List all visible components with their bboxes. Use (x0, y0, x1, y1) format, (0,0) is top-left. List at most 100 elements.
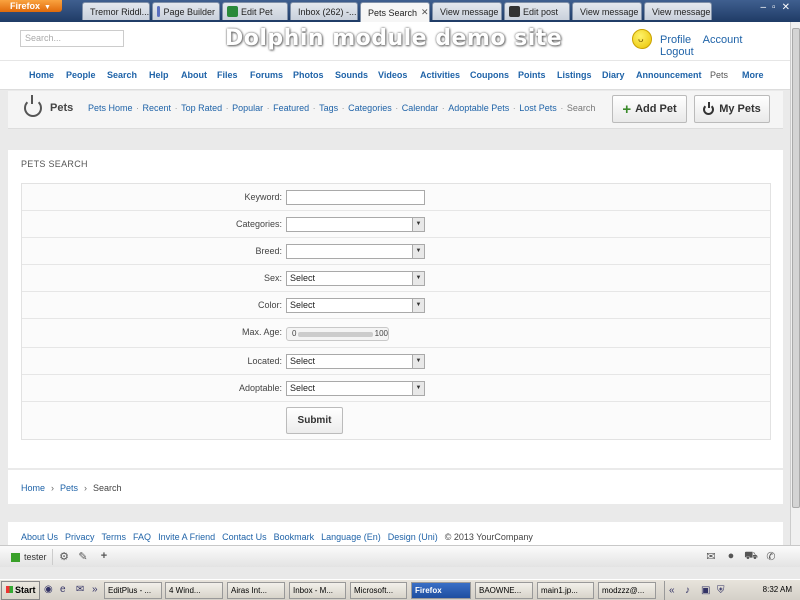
taskbar-task[interactable]: BAOWNE... (475, 582, 533, 599)
footer-link[interactable]: FAQ (133, 532, 151, 542)
close-icon[interactable]: ✕ (421, 7, 429, 18)
nav-item-search[interactable]: Search (107, 70, 137, 80)
nav-item-home[interactable]: Home (29, 70, 54, 80)
expand-icon[interactable]: « (669, 585, 675, 596)
browser-tab[interactable]: Pets Search ✕ (360, 2, 430, 22)
tab-label: View message (580, 6, 639, 17)
nav-item-files[interactable]: Files (217, 70, 238, 80)
taskbar-task[interactable]: main1.jp... (537, 582, 594, 599)
nav-item-photos[interactable]: Photos (293, 70, 324, 80)
start-button[interactable]: Start (1, 581, 40, 600)
submenu-link[interactable]: Featured (273, 103, 309, 113)
browser-tab[interactable]: View message (644, 2, 712, 20)
toolbar-username[interactable]: tester (24, 552, 47, 562)
submenu-link[interactable]: Top Rated (181, 103, 222, 113)
taskbar-task[interactable]: EditPlus - ... (104, 582, 162, 599)
ie-icon[interactable]: e (60, 584, 66, 595)
add-pet-button[interactable]: + Add Pet (612, 95, 687, 123)
submenu-link[interactable]: Lost Pets (519, 103, 557, 113)
sex-select[interactable]: Select (286, 271, 425, 286)
nav-item-pets[interactable]: Pets (710, 70, 728, 80)
network-icon[interactable]: ▣ (701, 585, 710, 596)
page-scrollbar[interactable] (790, 22, 800, 545)
breed-select[interactable] (286, 244, 425, 259)
shield-icon[interactable]: ⛨ (717, 585, 725, 596)
submenu-link[interactable]: Categories (348, 103, 392, 113)
taskbar-task[interactable]: modzzz@... (598, 582, 656, 599)
browser-tab[interactable]: View message (572, 2, 642, 20)
submenu-separator: · (310, 103, 319, 113)
browser-tab[interactable]: Tremor Riddl... (82, 2, 150, 20)
gear-icon[interactable]: ⚙ (57, 550, 71, 563)
footer-link[interactable]: Terms (102, 532, 127, 542)
mail-icon[interactable]: ✉ (704, 550, 718, 563)
user-icon[interactable]: ● (724, 550, 738, 562)
account-link[interactable]: Account (703, 34, 743, 46)
breadcrumb-home[interactable]: Home (21, 483, 45, 493)
logout-link[interactable]: Logout (660, 46, 694, 58)
submenu-link[interactable]: Pets Home (88, 103, 133, 113)
my-pets-button[interactable]: My Pets (694, 95, 770, 123)
located-select[interactable]: Select (286, 354, 425, 369)
categories-select[interactable] (286, 217, 425, 232)
browser-tab[interactable]: Edit Pet (222, 2, 288, 20)
site-title[interactable]: Dolphin module demo site (225, 26, 562, 51)
nav-item-listings[interactable]: Listings (557, 70, 592, 80)
clock: 8:32 AM (762, 585, 792, 594)
submenu-link[interactable]: Adoptable Pets (448, 103, 509, 113)
slider-track[interactable] (298, 332, 373, 337)
nav-item-points[interactable]: Points (518, 70, 546, 80)
nav-item-videos[interactable]: Videos (378, 70, 407, 80)
chrome-icon[interactable]: ◉ (44, 584, 53, 595)
edit-icon[interactable]: ✎ (76, 550, 90, 563)
max-age-slider[interactable]: 0 100 (286, 327, 389, 341)
nav-item-diary[interactable]: Diary (602, 70, 625, 80)
submenu-link[interactable]: Recent (143, 103, 172, 113)
browser-tab[interactable]: Page Builder (152, 2, 220, 20)
footer-link[interactable]: Language (En) (321, 532, 381, 542)
browser-tab[interactable]: View message (432, 2, 502, 20)
taskbar-task[interactable]: Inbox - M... (289, 582, 346, 599)
user-avatar-icon[interactable] (632, 29, 652, 49)
nav-item-sounds[interactable]: Sounds (335, 70, 368, 80)
mail-icon[interactable]: ✉ (76, 584, 84, 595)
taskbar-task[interactable]: 4 Wind... (165, 582, 223, 599)
nav-item-coupons[interactable]: Coupons (470, 70, 509, 80)
submenu-link[interactable]: Tags (319, 103, 338, 113)
nav-item-people[interactable]: People (66, 70, 96, 80)
adoptable-select[interactable]: Select (286, 381, 425, 396)
nav-item-activities[interactable]: Activities (420, 70, 460, 80)
footer-link[interactable]: Invite A Friend (158, 532, 215, 542)
breadcrumb-pets[interactable]: Pets (60, 483, 78, 493)
nav-item-more[interactable]: More (742, 70, 764, 80)
submenu-link[interactable]: Calendar (402, 103, 439, 113)
cart-icon[interactable]: ⛟ (744, 550, 758, 564)
taskbar-task[interactable]: Microsoft... (350, 582, 407, 599)
keyword-input[interactable] (286, 190, 425, 205)
firefox-menu-button[interactable]: Firefox ▼ (0, 0, 62, 12)
speaker-icon[interactable]: ♪ (685, 585, 690, 596)
browser-tab[interactable]: Inbox (262) -... (290, 2, 358, 20)
wrench-icon[interactable]: ✆ (764, 550, 778, 563)
scrollbar-thumb[interactable] (792, 28, 800, 508)
profile-link[interactable]: Profile (660, 34, 691, 46)
nav-item-forums[interactable]: Forums (250, 70, 283, 80)
nav-item-announcement[interactable]: Announcement (636, 70, 702, 80)
nav-item-about[interactable]: About (181, 70, 207, 80)
submenu-link[interactable]: Popular (232, 103, 263, 113)
taskbar-task[interactable]: Airas Int... (227, 582, 285, 599)
footer-link[interactable]: Contact Us (222, 532, 267, 542)
plus-icon[interactable]: + (97, 550, 111, 562)
expand-icon[interactable]: » (92, 584, 98, 595)
taskbar-task[interactable]: Firefox (411, 582, 471, 599)
footer-link[interactable]: Privacy (65, 532, 95, 542)
footer-link[interactable]: Bookmark (274, 532, 315, 542)
browser-tab[interactable]: Edit post (504, 2, 570, 20)
nav-item-help[interactable]: Help (149, 70, 169, 80)
color-select[interactable]: Select (286, 298, 425, 313)
site-search-input[interactable]: Search... (20, 30, 124, 47)
window-controls[interactable]: –▫✕ (761, 2, 797, 13)
footer-link[interactable]: Design (Uni) (388, 532, 438, 542)
footer-link[interactable]: About Us (21, 532, 58, 542)
submit-button[interactable]: Submit (286, 407, 343, 434)
